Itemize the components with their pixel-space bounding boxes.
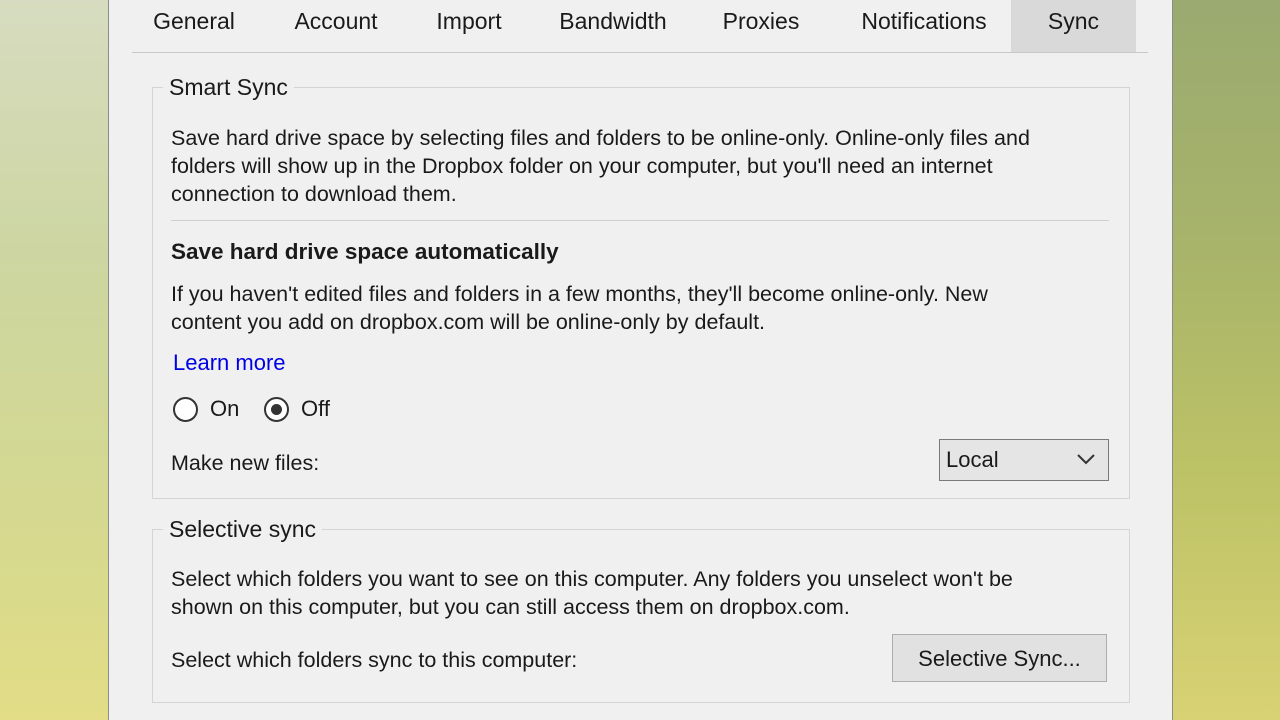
radio-on-button[interactable] xyxy=(173,396,198,422)
radio-on-label: On xyxy=(210,396,240,421)
selective-sync-description-line-2: shown on this computer, but you can stil… xyxy=(171,595,850,619)
tab-import[interactable]: Import xyxy=(425,0,513,52)
desktop-background-right xyxy=(1173,0,1280,720)
smart-sync-description-line-2: folders will show up in the Dropbox fold… xyxy=(171,154,993,178)
auto-save-description-line-2: content you add on dropbox.com will be o… xyxy=(171,310,766,334)
tab-proxies[interactable]: Proxies xyxy=(712,0,810,52)
tab-notifications[interactable]: Notifications xyxy=(844,0,1004,52)
preferences-dialog: General Account Import Bandwidth Proxies… xyxy=(108,0,1173,720)
selective-sync-prompt: Select which folders sync to this comput… xyxy=(171,648,578,672)
radio-off-label: Off xyxy=(301,396,330,421)
chevron-down-icon xyxy=(1077,454,1095,465)
learn-more-link[interactable]: Learn more xyxy=(173,349,286,377)
smart-sync-description-line-3: connection to download them. xyxy=(171,182,457,206)
smart-sync-description-line-1: Save hard drive space by selecting files… xyxy=(171,126,1030,150)
selective-sync-description-line-1: Select which folders you want to see on … xyxy=(171,567,1013,591)
make-new-files-label: Make new files: xyxy=(171,451,320,475)
desktop-background-left xyxy=(0,0,108,720)
tab-general[interactable]: General xyxy=(144,0,244,52)
radio-on-option[interactable]: On xyxy=(173,394,239,424)
selective-sync-group: Selective sync Select which folders you … xyxy=(152,516,1130,703)
tab-bar: General Account Import Bandwidth Proxies… xyxy=(132,0,1148,53)
selective-sync-button[interactable]: Selective Sync... xyxy=(892,634,1107,682)
smart-sync-title: Smart Sync xyxy=(163,74,294,100)
selective-sync-title: Selective sync xyxy=(163,516,323,542)
auto-save-heading: Save hard drive space automatically xyxy=(171,239,559,264)
make-new-files-value: Local xyxy=(946,447,999,472)
make-new-files-dropdown[interactable]: Local xyxy=(939,439,1109,481)
tab-bandwidth[interactable]: Bandwidth xyxy=(550,0,676,52)
smart-sync-group: Smart Sync Save hard drive space by sele… xyxy=(152,74,1130,499)
radio-off-option[interactable]: Off xyxy=(264,394,330,424)
radio-off-button[interactable] xyxy=(264,396,289,422)
auto-save-description-line-1: If you haven't edited files and folders … xyxy=(171,282,988,306)
tab-account[interactable]: Account xyxy=(283,0,389,52)
smart-sync-divider xyxy=(171,220,1109,221)
tab-sync[interactable]: Sync xyxy=(1011,0,1136,52)
